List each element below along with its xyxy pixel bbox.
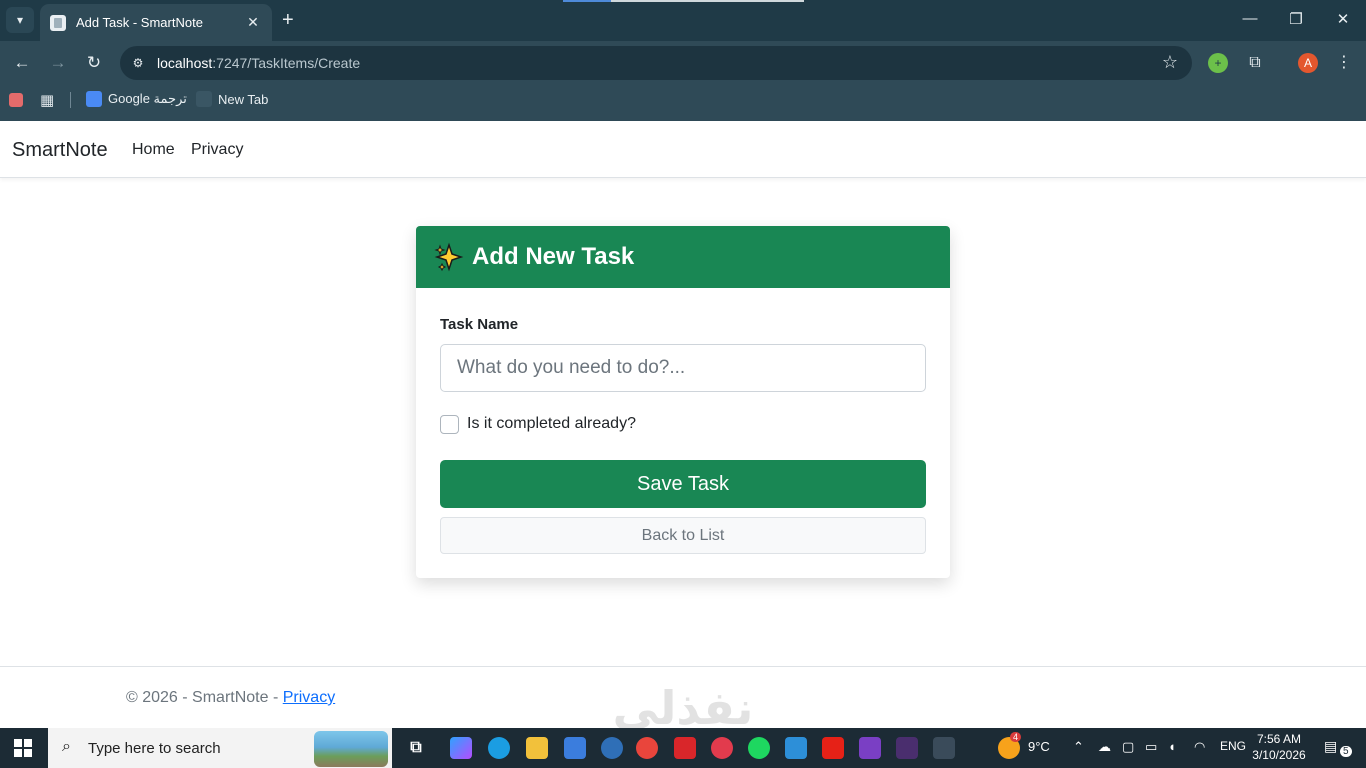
back-arrow-icon[interactable]: ← [10, 51, 34, 75]
footer-copyright: © 2026 - SmartNote - [126, 689, 283, 706]
pdf-reader-icon[interactable] [674, 737, 696, 759]
tray-chevron-up-icon[interactable]: ⌃ [1073, 739, 1084, 755]
file-explorer-icon[interactable] [526, 737, 548, 759]
visual-studio-icon[interactable] [859, 737, 881, 759]
onedrive-cloud-icon[interactable]: ☁ [1098, 739, 1111, 755]
browser-toolbar: ← → ↻ ⚙ localhost:7247/TaskItems/Create … [0, 41, 1366, 85]
chevron-down-icon: ▾ [16, 13, 24, 27]
clock-time: 7:56 AM [1256, 732, 1302, 746]
card-body: Task Name Is it completed already? Save … [416, 288, 950, 554]
task-view-icon[interactable]: ⧉ [405, 737, 427, 759]
edge-browser-icon[interactable] [488, 737, 510, 759]
taskbar-search-box[interactable]: ⌕ Type here to search [48, 728, 392, 768]
search-highlight-image [314, 731, 388, 767]
close-window-icon[interactable]: ✕ [1333, 10, 1353, 28]
form-title: Add New Task [472, 243, 635, 270]
volume-icon[interactable]: ◖ [1168, 739, 1176, 754]
bookmarks-divider [70, 92, 71, 108]
profile-avatar[interactable]: A [1298, 53, 1318, 73]
watermark-arabic: نفذلي [613, 681, 754, 735]
bookmark-red-icon[interactable] [9, 93, 23, 107]
chrome-browser-icon[interactable] [636, 737, 658, 759]
bookmark-label: New Tab [218, 91, 269, 107]
save-task-button[interactable]: Save Task [440, 460, 926, 508]
forward-arrow-icon[interactable]: → [46, 51, 70, 75]
sparkles-icon [434, 242, 464, 272]
footer-privacy-link[interactable]: Privacy [283, 689, 335, 706]
weather-badge: 4 [1010, 732, 1022, 742]
minimize-window-icon[interactable]: — [1240, 10, 1260, 27]
notification-count-badge: 5 [1340, 746, 1352, 757]
browser-tab-active[interactable]: Add Task - SmartNote ✕ [40, 4, 272, 41]
completed-checkbox-row: Is it completed already? [440, 414, 926, 434]
weather-temperature[interactable]: 9°C [1028, 739, 1050, 754]
footer-divider [0, 666, 1366, 667]
brand-logo-text[interactable]: SmartNote [12, 139, 108, 162]
taskbar-search-placeholder: Type here to search [88, 740, 221, 757]
nav-link-home[interactable]: Home [132, 141, 175, 159]
language-indicator[interactable]: ENG [1220, 739, 1246, 753]
google-translate-icon [86, 91, 102, 107]
apps-grid-icon[interactable]: ▦ [40, 91, 54, 109]
windows-start-icon[interactable] [14, 739, 32, 757]
clock-date: 3/10/2026 [1252, 748, 1306, 762]
bookmark-google-translate[interactable]: Google ترجمة [86, 91, 187, 107]
reload-icon[interactable]: ↻ [82, 51, 106, 75]
youtube-icon[interactable] [822, 737, 844, 759]
terminal-icon[interactable] [896, 737, 918, 759]
tab-search-button[interactable]: ▾ [6, 7, 34, 33]
address-bar[interactable]: ⚙ localhost:7247/TaskItems/Create ☆ [120, 46, 1192, 80]
bookmarks-bar: ▦ Google ترجمة New Tab [0, 85, 1366, 121]
close-tab-icon[interactable]: ✕ [244, 14, 262, 31]
network-icon[interactable]: ◠ [1194, 739, 1205, 755]
page-favicon-icon [50, 14, 66, 31]
new-tab-button[interactable]: + [282, 9, 294, 31]
bookmark-star-icon[interactable]: ☆ [1162, 52, 1178, 73]
extension-add-icon[interactable]: + [1208, 53, 1228, 73]
copilot-icon[interactable] [450, 737, 472, 759]
browser-tab-strip: ▾ Add Task - SmartNote ✕ + — ❐ ✕ [0, 0, 1366, 41]
loading-indicator [563, 0, 804, 2]
search-icon: ⌕ [62, 738, 71, 755]
card-header: Add New Task [416, 226, 950, 288]
git-tool-icon[interactable] [933, 737, 955, 759]
tab-title: Add Task - SmartNote [76, 15, 203, 30]
bookmark-new-tab[interactable]: New Tab [196, 91, 268, 107]
system-clock[interactable]: 7:56 AM 3/10/2026 [1252, 731, 1306, 763]
url-text: localhost:7247/TaskItems/Create [157, 55, 361, 71]
windows-taskbar: ⌕ Type here to search ⧉ 4 9°C ⌃ ☁ ▢ ▭ ◖ … [0, 728, 1366, 768]
spotify-icon[interactable] [748, 737, 770, 759]
browser-menu-icon[interactable]: ⋮ [1334, 53, 1354, 73]
site-settings-icon[interactable]: ⚙ [130, 55, 146, 71]
task-name-label: Task Name [440, 316, 519, 333]
back-to-list-button[interactable]: Back to List [440, 517, 926, 554]
extensions-puzzle-icon[interactable]: ⧉ [1245, 53, 1265, 73]
restore-window-icon[interactable]: ❐ [1286, 10, 1306, 28]
app-icon[interactable] [711, 737, 733, 759]
bookmark-label: Google ترجمة [108, 91, 187, 106]
add-task-card: Add New Task Task Name Is it completed a… [416, 226, 950, 578]
completed-checkbox-label[interactable]: Is it completed already? [467, 415, 636, 433]
vscode-icon[interactable] [785, 737, 807, 759]
nav-link-privacy[interactable]: Privacy [191, 141, 243, 159]
microsoft-store-icon[interactable] [564, 737, 586, 759]
page-footer: © 2026 - SmartNote - Privacy [126, 689, 335, 707]
camera-icon[interactable]: ▢ [1122, 739, 1134, 755]
outlook-icon[interactable] [601, 737, 623, 759]
notification-center-icon[interactable]: ▤ [1324, 738, 1337, 755]
task-name-input[interactable] [440, 344, 926, 392]
site-navbar: SmartNote Home Privacy [0, 121, 1366, 178]
completed-checkbox[interactable] [440, 414, 459, 434]
new-tab-bookmark-icon [196, 91, 212, 107]
battery-icon[interactable]: ▭ [1145, 739, 1157, 755]
